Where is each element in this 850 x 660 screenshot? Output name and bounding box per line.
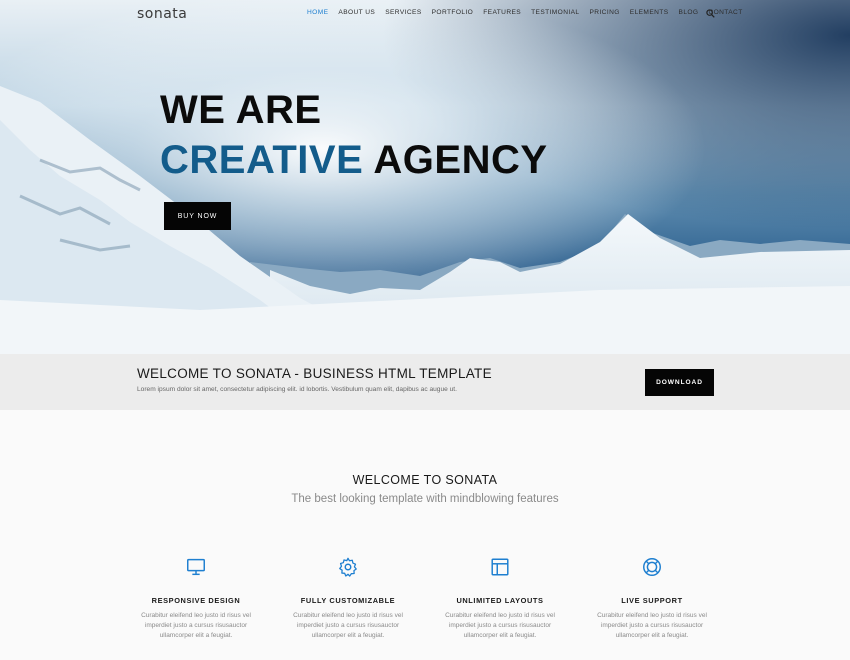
feature-title: UNLIMITED LAYOUTS	[456, 596, 544, 605]
hero-headline-line2: CREATIVE AGENCY	[160, 138, 548, 183]
nav-item-about-us[interactable]: ABOUT US	[338, 9, 375, 16]
monitor-icon	[187, 558, 205, 576]
feature-description: Curabitur eleifend leo justo id risus ve…	[293, 612, 403, 639]
hero-section: sonata HOME ABOUT US SERVICES PORTFOLIO …	[0, 0, 850, 354]
top-navigation: sonata HOME ABOUT US SERVICES PORTFOLIO …	[0, 0, 850, 26]
nav-item-home[interactable]: HOME	[307, 9, 328, 16]
logo-text: sonata	[137, 6, 188, 22]
band-subtitle: Lorem ipsum dolor sit amet, consectetur …	[137, 386, 457, 393]
feature-card: FULLY CUSTOMIZABLE Curabitur eleifend le…	[272, 556, 424, 656]
download-button[interactable]: DOWNLOAD	[645, 369, 714, 396]
section-title: WELCOME TO SONATA	[352, 473, 498, 487]
feature-description: Curabitur eleifend leo justo id risus ve…	[597, 612, 707, 639]
feature-title: FULLY CUSTOMIZABLE	[300, 596, 396, 605]
feature-title: RESPONSIVE DESIGN	[151, 596, 241, 605]
nav-item-pricing[interactable]: PRICING	[589, 9, 619, 16]
promo-band: WELCOME TO SONATA - BUSINESS HTML TEMPLA…	[0, 354, 850, 410]
nav-item-blog[interactable]: BLOG	[679, 9, 699, 16]
feature-card: LIVE SUPPORT Curabitur eleifend leo just…	[576, 556, 728, 656]
nav-item-services[interactable]: SERVICES	[385, 9, 421, 16]
feature-description: Curabitur eleifend leo justo id risus ve…	[445, 612, 555, 639]
nav-item-features[interactable]: FEATURES	[483, 9, 521, 16]
logo[interactable]: sonata	[137, 6, 187, 22]
nav-item-testimonial[interactable]: TESTIMONIAL	[531, 9, 579, 16]
nav-item-portfolio[interactable]: PORTFOLIO	[432, 9, 474, 16]
feature-card: UNLIMITED LAYOUTS Curabitur eleifend leo…	[424, 556, 576, 656]
nav-menu: HOME ABOUT US SERVICES PORTFOLIO FEATURE…	[307, 9, 753, 16]
search-icon[interactable]	[706, 9, 715, 18]
gear-icon	[339, 557, 357, 577]
hero-headline-line1: WE ARE	[160, 88, 322, 132]
section-subtitle: The best looking template with mindblowi…	[291, 493, 559, 505]
hero-headline-end: AGENCY	[373, 138, 548, 182]
buy-now-button[interactable]: BUY NOW	[164, 202, 231, 230]
nav-item-elements[interactable]: ELEMENTS	[630, 9, 669, 16]
band-title: WELCOME TO SONATA - BUSINESS HTML TEMPLA…	[137, 366, 492, 381]
feature-description: Curabitur eleifend leo justo id risus ve…	[141, 612, 251, 639]
feature-title: LIVE SUPPORT	[621, 596, 683, 605]
lifebuoy-icon	[643, 558, 661, 576]
features-row: RESPONSIVE DESIGN Curabitur eleifend leo…	[120, 556, 729, 656]
layout-icon	[491, 558, 509, 576]
feature-card: RESPONSIVE DESIGN Curabitur eleifend leo…	[120, 556, 272, 656]
hero-headline-highlight: CREATIVE	[160, 138, 364, 182]
